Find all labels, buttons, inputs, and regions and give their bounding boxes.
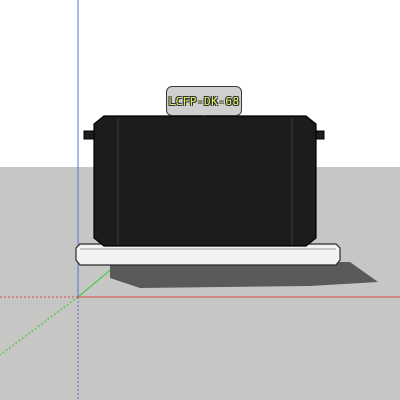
component-tag-label: LCFP-DK-68	[168, 94, 240, 108]
base-plate	[75, 243, 341, 266]
model-viewport[interactable]: LCFP-DK-68	[0, 0, 400, 400]
box-shadow	[110, 262, 378, 288]
box-body	[93, 115, 317, 247]
scene-canvas	[0, 0, 400, 400]
component-tag[interactable]: LCFP-DK-68	[166, 86, 242, 116]
